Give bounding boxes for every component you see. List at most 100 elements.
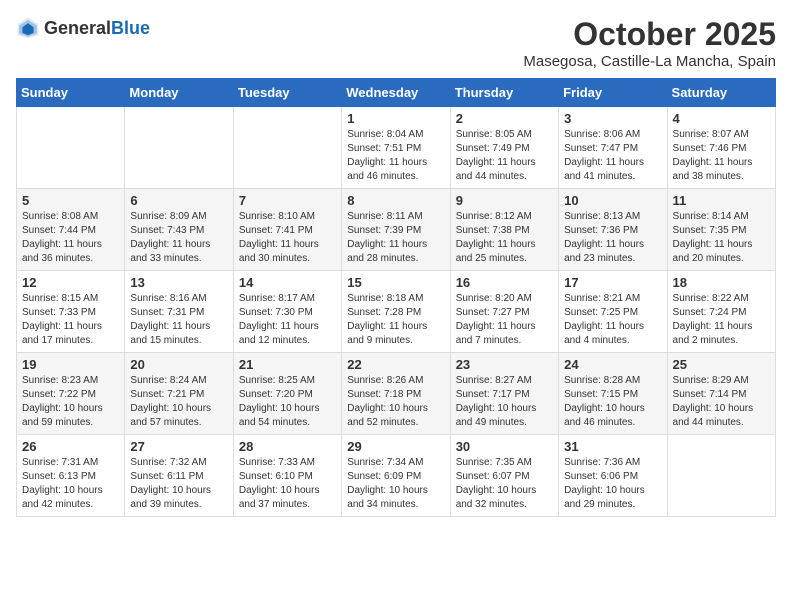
day-info: Sunrise: 8:27 AM Sunset: 7:17 PM Dayligh… (456, 374, 553, 430)
day-info: Sunrise: 8:24 AM Sunset: 7:21 PM Dayligh… (130, 374, 227, 430)
day-number: 21 (239, 357, 336, 372)
day-number: 25 (673, 357, 770, 372)
day-info: Sunrise: 8:14 AM Sunset: 7:35 PM Dayligh… (673, 210, 770, 266)
day-info: Sunrise: 8:16 AM Sunset: 7:31 PM Dayligh… (130, 292, 227, 348)
day-info: Sunrise: 7:36 AM Sunset: 6:06 PM Dayligh… (564, 456, 661, 512)
day-info: Sunrise: 8:25 AM Sunset: 7:20 PM Dayligh… (239, 374, 336, 430)
day-number: 29 (347, 439, 444, 454)
day-info: Sunrise: 8:11 AM Sunset: 7:39 PM Dayligh… (347, 210, 444, 266)
logo-blue: Blue (111, 18, 150, 38)
calendar-cell: 8Sunrise: 8:11 AM Sunset: 7:39 PM Daylig… (342, 189, 450, 271)
page-title: October 2025 (523, 16, 776, 53)
day-number: 9 (456, 193, 553, 208)
day-number: 6 (130, 193, 227, 208)
day-info: Sunrise: 8:05 AM Sunset: 7:49 PM Dayligh… (456, 128, 553, 184)
logo: GeneralBlue (16, 16, 150, 40)
column-header-monday: Monday (125, 79, 233, 107)
calendar-cell: 23 Sunrise: 8:27 AM Sunset: 7:17 PM Dayli… (450, 353, 558, 435)
column-header-tuesday: Tuesday (233, 79, 341, 107)
calendar-cell (667, 435, 775, 517)
calendar-cell: 24 Sunrise: 8:28 AM Sunset: 7:15 PM Dayli… (559, 353, 667, 435)
calendar-week-row: 12 Sunrise: 8:15 AM Sunset: 7:33 PM Dayli… (17, 271, 776, 353)
calendar-cell: 27Sunrise: 7:32 AM Sunset: 6:11 PM Dayli… (125, 435, 233, 517)
day-number: 14 (239, 275, 336, 290)
calendar-cell: 12 Sunrise: 8:15 AM Sunset: 7:33 PM Dayli… (17, 271, 125, 353)
day-number: 26 (22, 439, 119, 454)
calendar-cell: 10 Sunrise: 8:13 AM Sunset: 7:36 PM Dayli… (559, 189, 667, 271)
calendar-cell: 13 Sunrise: 8:16 AM Sunset: 7:31 PM Dayli… (125, 271, 233, 353)
calendar-cell: 20 Sunrise: 8:24 AM Sunset: 7:21 PM Dayli… (125, 353, 233, 435)
day-info: Sunrise: 8:23 AM Sunset: 7:22 PM Dayligh… (22, 374, 119, 430)
calendar-cell: 6Sunrise: 8:09 AM Sunset: 7:43 PM Daylig… (125, 189, 233, 271)
calendar-cell: 28Sunrise: 7:33 AM Sunset: 6:10 PM Dayli… (233, 435, 341, 517)
day-info: Sunrise: 8:08 AM Sunset: 7:44 PM Dayligh… (22, 210, 119, 266)
calendar-cell: 26 Sunrise: 7:31 AM Sunset: 6:13 PM Dayli… (17, 435, 125, 517)
day-number: 31 (564, 439, 661, 454)
calendar-cell: 18Sunrise: 8:22 AM Sunset: 7:24 PM Dayli… (667, 271, 775, 353)
column-header-thursday: Thursday (450, 79, 558, 107)
calendar-cell: 2 Sunrise: 8:05 AM Sunset: 7:49 PM Daylig… (450, 107, 558, 189)
logo-general: General (44, 18, 111, 38)
calendar-cell: 17Sunrise: 8:21 AM Sunset: 7:25 PM Dayli… (559, 271, 667, 353)
day-info: Sunrise: 8:04 AM Sunset: 7:51 PM Dayligh… (347, 128, 444, 184)
day-number: 2 (456, 111, 553, 126)
day-info: Sunrise: 8:29 AM Sunset: 7:14 PM Dayligh… (673, 374, 770, 430)
day-number: 12 (22, 275, 119, 290)
column-header-saturday: Saturday (667, 79, 775, 107)
day-info: Sunrise: 8:26 AM Sunset: 7:18 PM Dayligh… (347, 374, 444, 430)
calendar-cell: 29Sunrise: 7:34 AM Sunset: 6:09 PM Dayli… (342, 435, 450, 517)
day-info: Sunrise: 8:21 AM Sunset: 7:25 PM Dayligh… (564, 292, 661, 348)
calendar-cell: 4 Sunrise: 8:07 AM Sunset: 7:46 PM Daylig… (667, 107, 775, 189)
day-number: 19 (22, 357, 119, 372)
day-number: 20 (130, 357, 227, 372)
calendar-cell: 14 Sunrise: 8:17 AM Sunset: 7:30 PM Dayli… (233, 271, 341, 353)
day-info: Sunrise: 8:07 AM Sunset: 7:46 PM Dayligh… (673, 128, 770, 184)
day-info: Sunrise: 8:13 AM Sunset: 7:36 PM Dayligh… (564, 210, 661, 266)
calendar-cell (17, 107, 125, 189)
column-header-wednesday: Wednesday (342, 79, 450, 107)
calendar-cell: 5 Sunrise: 8:08 AM Sunset: 7:44 PM Daylig… (17, 189, 125, 271)
page-subtitle: Masegosa, Castille-La Mancha, Spain (523, 53, 776, 70)
calendar-table: SundayMondayTuesdayWednesdayThursdayFrid… (16, 78, 776, 517)
day-number: 3 (564, 111, 661, 126)
day-info: Sunrise: 7:33 AM Sunset: 6:10 PM Dayligh… (239, 456, 336, 512)
day-info: Sunrise: 8:18 AM Sunset: 7:28 PM Dayligh… (347, 292, 444, 348)
day-number: 18 (673, 275, 770, 290)
day-number: 22 (347, 357, 444, 372)
day-number: 10 (564, 193, 661, 208)
calendar-cell: 7Sunrise: 8:10 AM Sunset: 7:41 PM Daylig… (233, 189, 341, 271)
day-number: 24 (564, 357, 661, 372)
calendar-cell: 16Sunrise: 8:20 AM Sunset: 7:27 PM Dayli… (450, 271, 558, 353)
day-info: Sunrise: 7:32 AM Sunset: 6:11 PM Dayligh… (130, 456, 227, 512)
day-number: 30 (456, 439, 553, 454)
day-number: 4 (673, 111, 770, 126)
calendar-week-row: 19 Sunrise: 8:23 AM Sunset: 7:22 PM Dayli… (17, 353, 776, 435)
calendar-cell: 15Sunrise: 8:18 AM Sunset: 7:28 PM Dayli… (342, 271, 450, 353)
calendar-cell (125, 107, 233, 189)
logo-icon (16, 16, 40, 40)
day-info: Sunrise: 7:31 AM Sunset: 6:13 PM Dayligh… (22, 456, 119, 512)
calendar-week-row: 26 Sunrise: 7:31 AM Sunset: 6:13 PM Dayli… (17, 435, 776, 517)
day-info: Sunrise: 8:15 AM Sunset: 7:33 PM Dayligh… (22, 292, 119, 348)
day-number: 16 (456, 275, 553, 290)
column-header-sunday: Sunday (17, 79, 125, 107)
day-number: 1 (347, 111, 444, 126)
day-number: 23 (456, 357, 553, 372)
day-info: Sunrise: 8:06 AM Sunset: 7:47 PM Dayligh… (564, 128, 661, 184)
page-header: GeneralBlue October 2025 Masegosa, Casti… (16, 16, 776, 70)
logo-text: GeneralBlue (44, 18, 150, 39)
calendar-cell: 25 Sunrise: 8:29 AM Sunset: 7:14 PM Dayli… (667, 353, 775, 435)
calendar-cell: 19 Sunrise: 8:23 AM Sunset: 7:22 PM Dayli… (17, 353, 125, 435)
day-number: 13 (130, 275, 227, 290)
day-number: 11 (673, 193, 770, 208)
day-info: Sunrise: 8:17 AM Sunset: 7:30 PM Dayligh… (239, 292, 336, 348)
calendar-cell: 1 Sunrise: 8:04 AM Sunset: 7:51 PM Daylig… (342, 107, 450, 189)
day-number: 5 (22, 193, 119, 208)
title-area: October 2025 Masegosa, Castille-La Manch… (523, 16, 776, 70)
day-info: Sunrise: 8:28 AM Sunset: 7:15 PM Dayligh… (564, 374, 661, 430)
calendar-cell: 21 Sunrise: 8:25 AM Sunset: 7:20 PM Dayli… (233, 353, 341, 435)
calendar-cell: 30Sunrise: 7:35 AM Sunset: 6:07 PM Dayli… (450, 435, 558, 517)
calendar-cell: 11 Sunrise: 8:14 AM Sunset: 7:35 PM Dayli… (667, 189, 775, 271)
calendar-week-row: 5 Sunrise: 8:08 AM Sunset: 7:44 PM Daylig… (17, 189, 776, 271)
calendar-cell: 31 Sunrise: 7:36 AM Sunset: 6:06 PM Dayli… (559, 435, 667, 517)
